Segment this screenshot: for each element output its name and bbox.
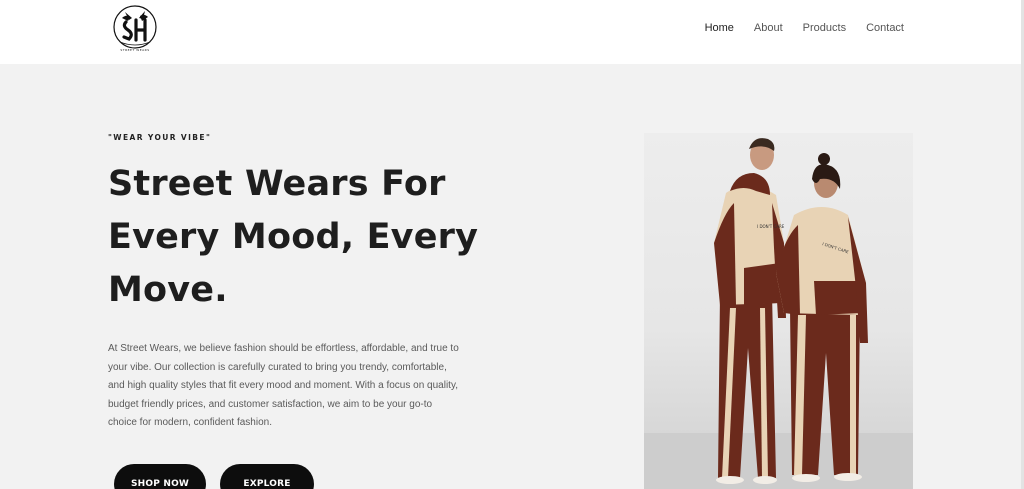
hero-photo: I DON'T CARE I DON'T CARE — [644, 133, 913, 489]
nav-about-link[interactable]: About — [754, 22, 783, 34]
female-model-figure: I DON'T CARE — [776, 153, 868, 482]
nav-products-link[interactable]: Products — [803, 22, 846, 34]
brand-logo[interactable]: STREET WEARS — [112, 4, 158, 54]
shop-now-button[interactable]: SHOP NOW — [114, 464, 206, 489]
main-nav: Home About Products Contact — [685, 22, 904, 34]
models-in-tracksuits-image: I DON'T CARE I DON'T CARE — [644, 138, 913, 489]
nav-home-link[interactable]: Home — [705, 22, 734, 34]
hero-tagline: "WEAR YOUR VIBE" — [108, 133, 212, 142]
site-header: STREET WEARS Home About Products Contact — [0, 0, 1024, 64]
male-model-figure: I DON'T CARE — [714, 138, 786, 484]
logo-mark-icon — [113, 5, 157, 49]
hero-headline: Street Wears For Every Mood, Every Move. — [108, 164, 479, 310]
logo-wordmark: STREET WEARS — [120, 48, 150, 52]
hero-description: At Street Wears, we believe fashion shou… — [108, 343, 459, 428]
hoodie-print-text: I DON'T CARE — [757, 224, 785, 229]
nav-contact-link[interactable]: Contact — [866, 22, 904, 34]
explore-button[interactable]: EXPLORE — [220, 464, 314, 489]
landing-page: STREET WEARS Home About Products Contact… — [0, 0, 1024, 489]
